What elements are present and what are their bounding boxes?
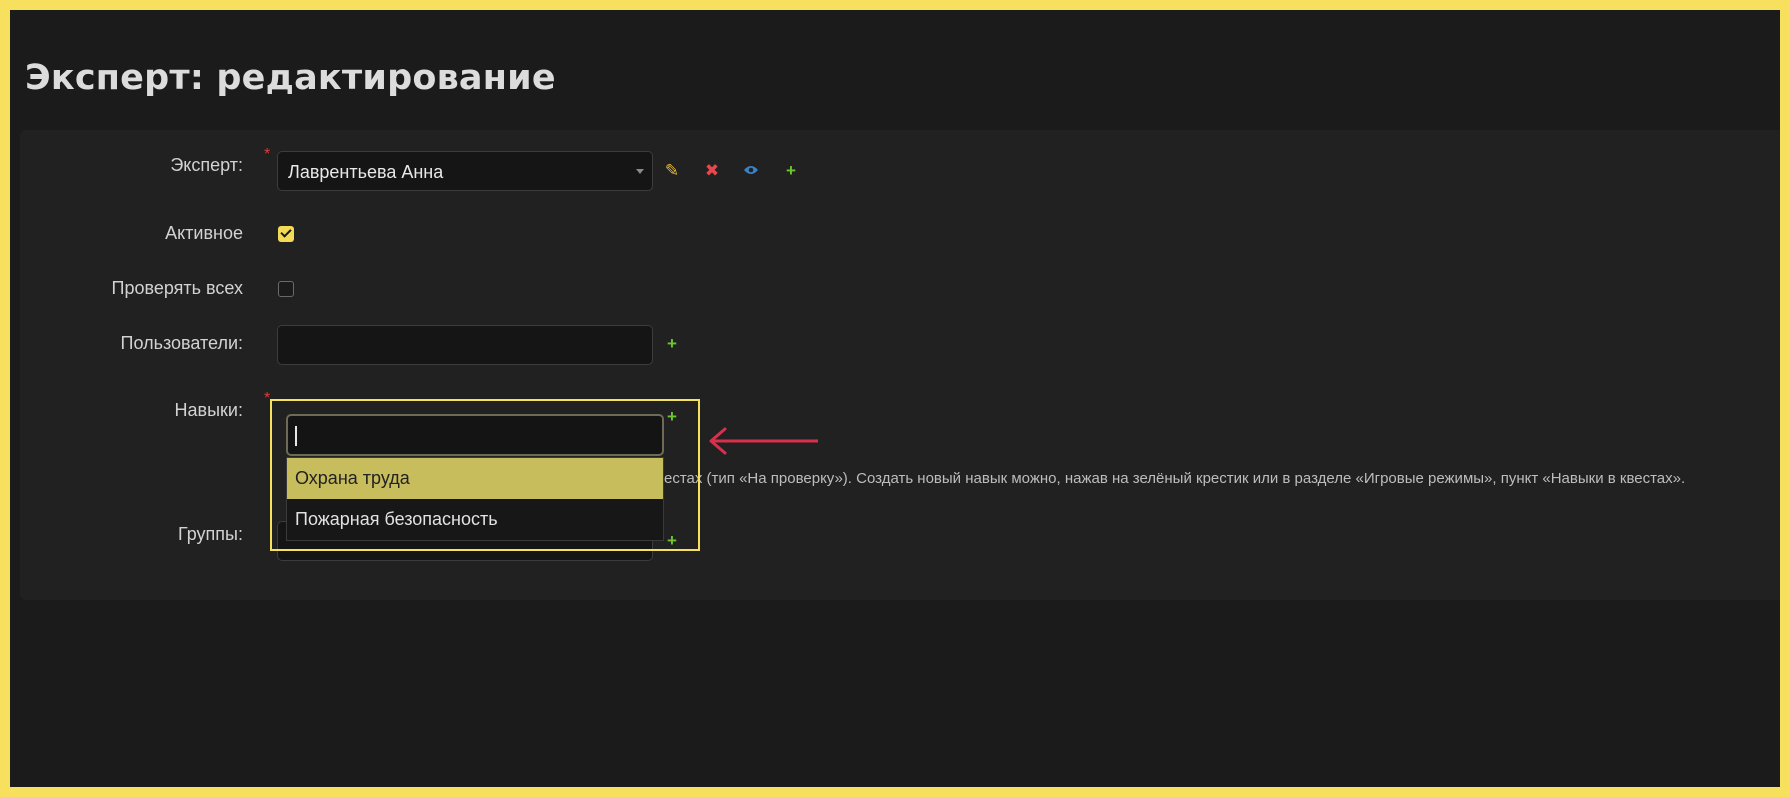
add-user-button[interactable]: + [661, 333, 683, 355]
eye-icon[interactable] [740, 160, 762, 182]
app-frame: Эксперт: редактирование Эксперт: * Лавре… [10, 10, 1780, 787]
skills-input[interactable] [286, 414, 664, 456]
skills-dropdown: Охрана труда Пожарная безопасность [286, 457, 664, 541]
active-checkbox[interactable] [278, 226, 294, 242]
chevron-down-icon [636, 169, 644, 174]
expert-select[interactable]: Лаврентьева Анна [277, 151, 653, 191]
users-input[interactable] [277, 325, 653, 365]
dropdown-option[interactable]: Пожарная безопасность [287, 499, 663, 540]
users-label: Пользователи: [120, 333, 243, 353]
skills-label: Навыки: [174, 400, 243, 420]
required-mark: * [264, 146, 271, 163]
annotation-arrow-icon [709, 427, 818, 455]
expert-select-value: Лаврентьева Анна [288, 162, 444, 182]
page-title: Эксперт: редактирование [25, 58, 556, 98]
skills-help-text: естах (тип «На проверку»). Создать новый… [664, 470, 1686, 487]
plus-icon[interactable]: + [780, 160, 802, 182]
active-label: Активное [165, 223, 243, 243]
check-all-label: Проверять всех [111, 278, 243, 298]
groups-label: Группы: [178, 524, 243, 544]
pencil-icon[interactable]: ✎ [661, 160, 683, 182]
add-skill-button[interactable]: + [661, 406, 683, 428]
delete-icon[interactable]: ✖ [701, 160, 723, 182]
text-cursor [295, 426, 297, 446]
dropdown-option[interactable]: Охрана труда [287, 458, 663, 499]
expert-label: Эксперт: [170, 155, 243, 175]
check-all-checkbox[interactable] [278, 281, 294, 297]
